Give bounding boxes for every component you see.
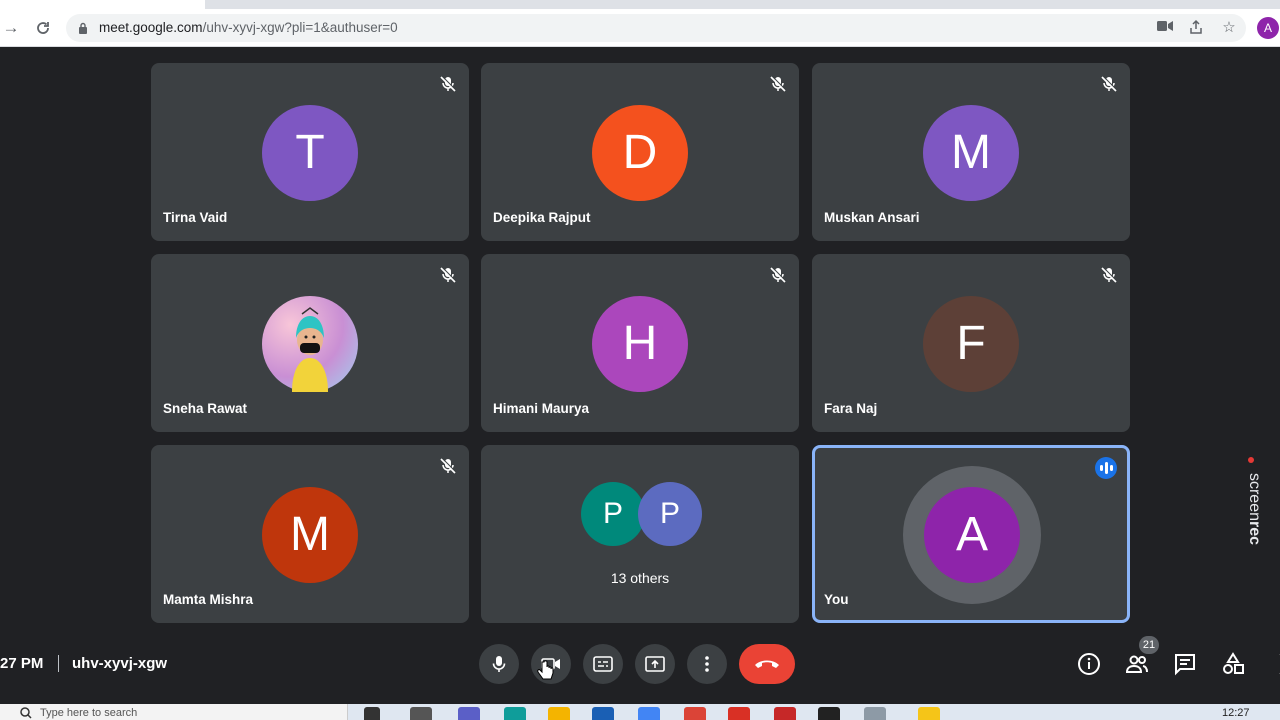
- taskbar-app-icon[interactable]: [864, 707, 886, 720]
- avatar: P: [581, 482, 645, 546]
- forward-icon[interactable]: →: [0, 17, 22, 39]
- others-tile[interactable]: P P 13 others: [481, 445, 799, 623]
- profile-avatar[interactable]: A: [1257, 17, 1279, 39]
- participant-tile[interactable]: M Muskan Ansari: [812, 63, 1130, 241]
- windows-taskbar: Type here to search 12:27: [0, 704, 1280, 720]
- meeting-time: 27 PM: [0, 655, 44, 672]
- url-text[interactable]: meet.google.com/uhv-xyvj-xgw?pli=1&authu…: [99, 20, 398, 35]
- taskbar-app-icon[interactable]: [638, 707, 660, 720]
- url-host: meet.google.com: [99, 20, 203, 35]
- participant-name: Tirna Vaid: [163, 210, 228, 225]
- speaking-indicator-icon: [1095, 457, 1117, 479]
- camera-button[interactable]: [531, 644, 571, 684]
- participant-tile[interactable]: H Himani Maurya: [481, 254, 799, 432]
- avatar: P: [638, 482, 702, 546]
- meeting-details-icon[interactable]: [1077, 652, 1101, 676]
- mic-off-icon: [440, 457, 457, 474]
- taskbar-app-icon[interactable]: [918, 707, 940, 720]
- mic-off-icon: [440, 266, 457, 283]
- people-icon[interactable]: [1125, 652, 1149, 676]
- meeting-code: uhv-xyvj-xgw: [72, 655, 168, 672]
- leave-call-button[interactable]: [739, 644, 795, 684]
- task-view-icon[interactable]: [364, 707, 380, 720]
- taskbar-clock: 12:27: [1222, 707, 1250, 719]
- divider: [58, 655, 59, 672]
- participant-name: Muskan Ansari: [824, 210, 920, 225]
- mic-off-icon: [1101, 75, 1118, 92]
- avatar: A: [924, 487, 1020, 583]
- taskbar-app-icon[interactable]: [774, 707, 796, 720]
- mic-off-icon: [440, 75, 457, 92]
- participant-name: You: [824, 592, 849, 607]
- participant-count-badge: 21: [1139, 636, 1159, 654]
- search-icon: [20, 707, 32, 719]
- screenrec-watermark: screenrec: [1236, 457, 1266, 560]
- record-dot-icon: [1248, 457, 1254, 463]
- taskbar-search[interactable]: Type here to search: [0, 704, 348, 720]
- captions-button[interactable]: [583, 644, 623, 684]
- participant-tile[interactable]: F Fara Naj: [812, 254, 1130, 432]
- hand-cursor-icon: [537, 660, 554, 680]
- closed-captions-icon: [593, 656, 613, 672]
- participant-name: Deepika Rajput: [493, 210, 591, 225]
- participant-tile[interactable]: T Tirna Vaid: [151, 63, 469, 241]
- microphone-icon: [492, 656, 506, 672]
- participant-name: Mamta Mishra: [163, 592, 254, 607]
- participant-tile[interactable]: Sneha Rawat: [151, 254, 469, 432]
- camera-icon[interactable]: [1156, 19, 1174, 37]
- activities-icon[interactable]: [1221, 652, 1245, 676]
- taskbar-app-icon[interactable]: [728, 707, 750, 720]
- watermark-text-bold: rec: [1246, 521, 1264, 546]
- taskbar-search-placeholder: Type here to search: [40, 707, 138, 719]
- participant-name: Sneha Rawat: [163, 401, 248, 416]
- avatar: H: [592, 296, 688, 392]
- teams-icon[interactable]: [458, 707, 480, 720]
- avatar: M: [923, 105, 1019, 201]
- participant-tile[interactable]: M Mamta Mishra: [151, 445, 469, 623]
- reload-icon[interactable]: [32, 17, 54, 39]
- host-controls-icon[interactable]: [1268, 652, 1280, 676]
- mic-off-icon: [1101, 266, 1118, 283]
- mic-off-icon: [770, 75, 787, 92]
- hang-up-icon: [755, 660, 779, 668]
- store-icon[interactable]: [592, 707, 614, 720]
- avatar-photo: [262, 296, 358, 392]
- lock-icon[interactable]: [78, 22, 88, 34]
- browser-toolbar: → meet.google.com/uhv-xyvj-xgw?pli=1&aut…: [0, 0, 1280, 47]
- participant-name: Fara Naj: [824, 401, 878, 416]
- avatar: D: [592, 105, 688, 201]
- chrome-icon[interactable]: [684, 707, 706, 720]
- share-icon[interactable]: [1187, 19, 1205, 37]
- participant-name: Himani Maurya: [493, 401, 590, 416]
- address-bar[interactable]: meet.google.com/uhv-xyvj-xgw?pli=1&authu…: [66, 14, 1246, 42]
- avatar: M: [262, 487, 358, 583]
- url-path: /uhv-xyvj-xgw?pli=1&authuser=0: [202, 20, 398, 35]
- taskbar-app-icon[interactable]: [410, 707, 432, 720]
- more-options-button[interactable]: [687, 644, 727, 684]
- present-button[interactable]: [635, 644, 675, 684]
- file-explorer-icon[interactable]: [548, 707, 570, 720]
- avatar: F: [923, 296, 1019, 392]
- self-tile[interactable]: A You: [812, 445, 1130, 623]
- participant-tile[interactable]: D Deepika Rajput: [481, 63, 799, 241]
- avatar: T: [262, 105, 358, 201]
- mic-off-icon: [770, 266, 787, 283]
- watermark-text: screen: [1246, 472, 1264, 521]
- present-screen-icon: [645, 656, 665, 672]
- bookmark-star-icon[interactable]: ☆: [1220, 19, 1238, 37]
- chat-icon[interactable]: [1173, 652, 1197, 676]
- active-tab[interactable]: [0, 0, 205, 9]
- microphone-button[interactable]: [479, 644, 519, 684]
- tab-strip: [0, 0, 1280, 9]
- edge-icon[interactable]: [504, 707, 526, 720]
- more-vert-icon: [705, 656, 709, 672]
- taskbar-app-icon[interactable]: [818, 707, 840, 720]
- others-count: 13 others: [610, 570, 670, 586]
